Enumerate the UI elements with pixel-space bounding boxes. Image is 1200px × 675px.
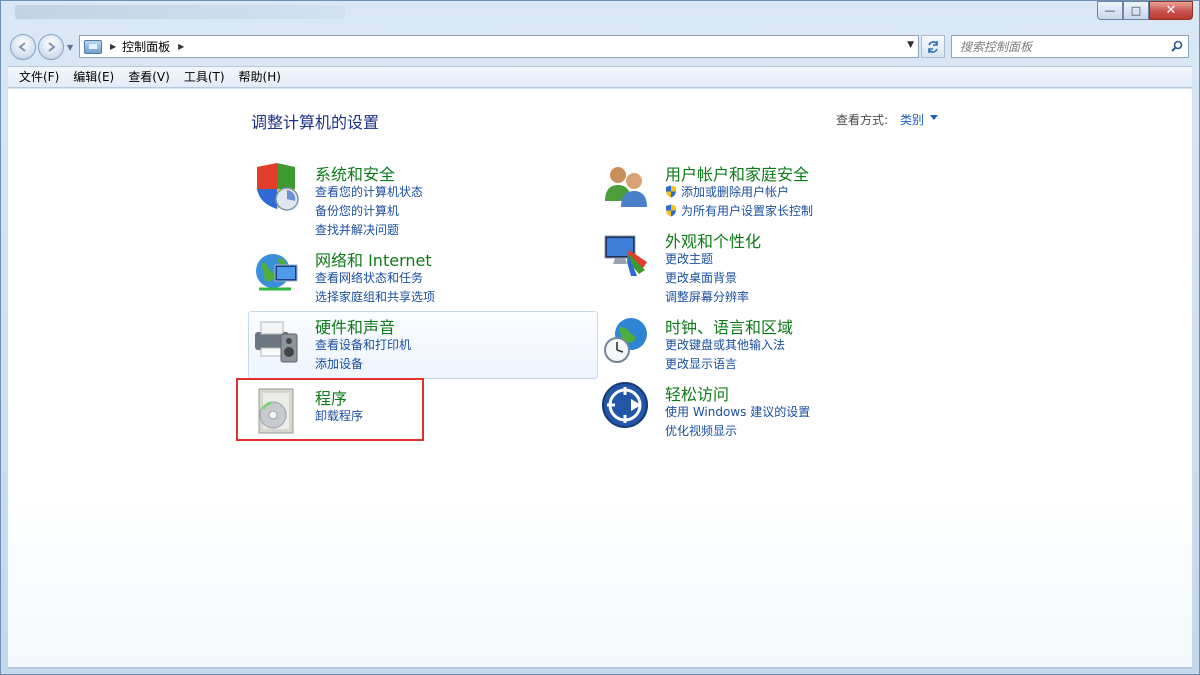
search-icon[interactable] (1171, 40, 1183, 52)
arrow-right-icon (48, 42, 56, 52)
refresh-button[interactable] (921, 35, 945, 58)
close-button[interactable]: ✕ (1149, 1, 1193, 20)
breadcrumb-arrow-icon[interactable]: ▶ (110, 42, 116, 51)
control-panel-icon (84, 39, 102, 54)
navigation-row: ▼ ▶ 控制面板 ▶ ▼ (1, 31, 1199, 63)
address-dropdown-icon[interactable]: ▼ (907, 40, 914, 50)
category-title[interactable]: 轻松访问 (665, 381, 729, 405)
control-panel-window: — □ ✕ ▼ ▶ 控制面板 ▶ ▼ 文件(F) 编辑(E) 查看(V) (0, 0, 1200, 675)
view-by-selector[interactable]: 类别 (900, 111, 924, 128)
search-input[interactable] (952, 36, 1162, 57)
link-screen-resolution[interactable]: 调整屏幕分辨率 (665, 288, 749, 307)
back-button[interactable] (10, 34, 36, 60)
view-by-label: 查看方式: (836, 113, 889, 127)
category-title[interactable]: 用户帐户和家庭安全 (665, 161, 809, 185)
link-backup-computer[interactable]: 备份您的计算机 (315, 202, 423, 221)
link-add-device[interactable]: 添加设备 (315, 355, 411, 374)
title-bar[interactable]: — □ ✕ (1, 1, 1199, 31)
network-globe-icon[interactable] (251, 247, 303, 299)
category-user-accounts: 用户帐户和家庭安全 添加或删除用户帐户 为所有用户设置家长控制 (601, 161, 951, 221)
link-text: 为所有用户设置家长控制 (681, 204, 814, 218)
category-clock-language: 时钟、语言和区域 更改键盘或其他输入法 更改显示语言 (601, 314, 951, 374)
category-network-internet: 网络和 Internet 查看网络状态和任务 选择家庭组和共享选项 (251, 247, 601, 307)
category-ease-of-access: 轻松访问 使用 Windows 建议的设置 优化视频显示 (601, 381, 951, 441)
menu-bar: 文件(F) 编辑(E) 查看(V) 工具(T) 帮助(H) (8, 66, 1192, 88)
category-appearance: 外观和个性化 更改主题 更改桌面背景 调整屏幕分辨率 (601, 228, 951, 304)
menu-file[interactable]: 文件(F) (12, 67, 66, 87)
clock-globe-icon[interactable] (601, 314, 653, 366)
link-check-computer-status[interactable]: 查看您的计算机状态 (315, 183, 423, 202)
menu-view[interactable]: 查看(V) (121, 67, 177, 87)
breadcrumb-arrow-icon[interactable]: ▶ (178, 42, 184, 51)
link-change-display-language[interactable]: 更改显示语言 (665, 355, 785, 374)
highlight-annotation-box (236, 378, 424, 441)
link-windows-recommended-settings[interactable]: 使用 Windows 建议的设置 (665, 403, 810, 422)
forward-button[interactable] (38, 34, 64, 60)
link-change-theme[interactable]: 更改主题 (665, 250, 749, 269)
main-content: 调整计算机的设置 查看方式: 类别 系统和安全 查看您的计算机状态 备份您的计算… (8, 89, 1192, 667)
category-title[interactable]: 网络和 Internet (315, 247, 432, 271)
link-homegroup-sharing[interactable]: 选择家庭组和共享选项 (315, 288, 435, 307)
menu-edit[interactable]: 编辑(E) (66, 67, 121, 87)
link-change-background[interactable]: 更改桌面背景 (665, 269, 749, 288)
recent-pages-dropdown[interactable]: ▼ (67, 43, 73, 52)
monitor-palette-icon[interactable] (601, 228, 653, 280)
menu-tools[interactable]: 工具(T) (177, 67, 232, 87)
chevron-down-icon[interactable] (930, 115, 938, 120)
ease-of-access-icon[interactable] (601, 381, 653, 433)
minimize-button[interactable]: — (1097, 1, 1123, 20)
category-title[interactable]: 时钟、语言和区域 (665, 314, 793, 338)
uac-shield-icon (666, 204, 676, 217)
category-hardware-sound: 硬件和声音 查看设备和打印机 添加设备 (251, 314, 601, 374)
shield-security-icon[interactable] (251, 161, 303, 213)
link-network-status[interactable]: 查看网络状态和任务 (315, 269, 435, 288)
link-text: 添加或删除用户帐户 (681, 185, 790, 199)
title-bar-blurred-text (15, 5, 345, 19)
window-controls: — □ ✕ (1097, 1, 1193, 20)
search-box[interactable] (951, 35, 1189, 58)
link-optimize-visual-display[interactable]: 优化视频显示 (665, 422, 810, 441)
menu-help[interactable]: 帮助(H) (232, 67, 288, 87)
category-title[interactable]: 外观和个性化 (665, 228, 761, 252)
arrow-left-icon (18, 42, 26, 52)
page-title: 调整计算机的设置 (251, 113, 380, 132)
link-find-fix-problems[interactable]: 查找并解决问题 (315, 221, 423, 240)
link-parental-controls[interactable]: 为所有用户设置家长控制 (665, 202, 813, 221)
maximize-button[interactable]: □ (1123, 1, 1149, 20)
breadcrumb-control-panel[interactable]: 控制面板 (122, 38, 170, 55)
category-system-security: 系统和安全 查看您的计算机状态 备份您的计算机 查找并解决问题 (251, 161, 601, 241)
address-bar[interactable]: ▶ 控制面板 ▶ ▼ (79, 35, 919, 58)
refresh-icon (928, 40, 938, 53)
window-bottom-border (8, 667, 1192, 669)
category-title[interactable]: 硬件和声音 (315, 314, 395, 338)
link-devices-printers[interactable]: 查看设备和打印机 (315, 336, 411, 355)
users-icon[interactable] (601, 161, 653, 213)
printer-speaker-icon[interactable] (251, 314, 303, 366)
category-title[interactable]: 系统和安全 (315, 161, 395, 185)
link-add-remove-users[interactable]: 添加或删除用户帐户 (665, 183, 813, 202)
uac-shield-icon (666, 185, 676, 198)
link-change-input-method[interactable]: 更改键盘或其他输入法 (665, 336, 785, 355)
